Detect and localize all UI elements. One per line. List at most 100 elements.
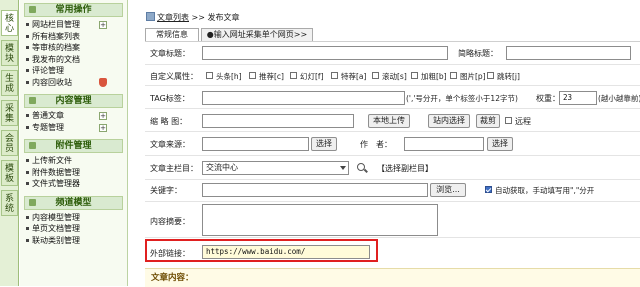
row-column: 文章主栏目： 交流中心 【选择副栏目】: [145, 156, 640, 180]
tab-generate[interactable]: 生成: [1, 70, 18, 96]
site-select-button[interactable]: 站内选择: [428, 114, 470, 128]
bullet-icon: [26, 182, 29, 185]
tab-core[interactable]: 核心: [1, 10, 18, 36]
article-form: 文章标题： 简略标题： 自定义属性： 头条[h] 推荐[c] 幻灯[f] 特荐[…: [145, 41, 640, 287]
auto-fetch-label: 自动获取，手动填写用","分开: [495, 186, 595, 195]
sidebar-item-upload[interactable]: 上传新文件: [20, 155, 127, 167]
column-select-value: 交流中心: [206, 163, 238, 172]
attr-special-label: 特荐[a]: [341, 72, 367, 81]
bullet-icon: [26, 170, 29, 174]
sidebar-group-channels[interactable]: 频道模型: [24, 195, 123, 210]
tab-system[interactable]: 系统: [1, 190, 18, 216]
short-title-label: 简略标题：: [458, 49, 498, 58]
author-input[interactable]: [404, 137, 484, 151]
browse-button[interactable]: 浏览...: [430, 183, 466, 197]
summary-textarea[interactable]: [202, 204, 438, 236]
attr-special-checkbox[interactable]: [331, 72, 338, 79]
sidebar-group-content[interactable]: 内容管理: [24, 94, 123, 108]
thumb-input[interactable]: [202, 114, 354, 128]
row-thumbnail: 缩 略 图： 本地上传 站内选择 裁剪 远程: [145, 109, 640, 132]
column-select[interactable]: 交流中心: [202, 161, 349, 175]
add-icon[interactable]: +: [99, 21, 107, 29]
attr-slide-label: 幻灯[f]: [300, 72, 324, 81]
sidebar-item-recycle[interactable]: 内容回收站: [20, 77, 127, 89]
sidebar-item-pending[interactable]: 等审核的档案: [20, 42, 127, 54]
sidebar-item-my-docs[interactable]: 我发布的文档: [20, 54, 127, 66]
bullet-icon: [26, 215, 29, 219]
sidebar-item-models[interactable]: 内容模型管理: [20, 212, 127, 224]
title-input[interactable]: [202, 46, 448, 60]
short-title-input[interactable]: [506, 46, 631, 60]
attr-recommend-label: 推荐[c]: [259, 72, 284, 81]
search-icon[interactable]: [357, 163, 365, 171]
bullet-icon: [26, 227, 29, 230]
bullet-icon: [26, 34, 29, 38]
weight-input[interactable]: 23: [559, 91, 597, 105]
tag-input[interactable]: [202, 91, 405, 105]
tab-modules[interactable]: 模块: [1, 40, 18, 66]
collapse-icon[interactable]: [29, 97, 36, 104]
keywords-input[interactable]: [202, 183, 428, 197]
sidebar-item-comments[interactable]: 评论管理: [20, 65, 127, 77]
attr-recommend-checkbox[interactable]: [249, 72, 256, 79]
sidebar-item-file-manager[interactable]: 文件式管理器: [20, 178, 127, 190]
attr-headline-label: 头条[h]: [216, 72, 242, 81]
source-select-button[interactable]: 选择: [311, 137, 337, 151]
weight-hint: (越小越靠前): [598, 94, 640, 103]
tag-label: TAG标签：: [150, 94, 190, 103]
sidebar-item-articles[interactable]: 普通文章 +: [20, 110, 127, 122]
summary-label: 内容摘要：: [150, 217, 190, 226]
sub-column-link[interactable]: 【选择副栏目】: [377, 163, 433, 174]
document-icon: [146, 12, 155, 21]
keywords-label: 关键字：: [150, 186, 182, 195]
attr-image-label: 图片[p]: [460, 72, 486, 81]
row-title: 文章标题： 简略标题：: [145, 42, 640, 65]
shield-icon[interactable]: [99, 77, 107, 87]
add-icon[interactable]: +: [99, 123, 107, 132]
sidebar-item-attach-data[interactable]: 附件数据管理: [20, 167, 127, 179]
weight-label: 权重：: [536, 94, 560, 103]
crop-button[interactable]: 裁剪: [476, 114, 500, 128]
local-upload-button[interactable]: 本地上传: [368, 114, 410, 128]
module-tab-bar: 核心 模块 生成 采集 会员 模板 系统: [0, 0, 19, 286]
sidebar-item-single-pages[interactable]: 单页文档管理: [20, 223, 127, 235]
chevron-down-icon: [340, 166, 346, 170]
sidebar-item-linkage[interactable]: 联动类别管理: [20, 235, 127, 247]
attr-image-checkbox[interactable]: [450, 72, 457, 79]
row-summary: 内容摘要：: [145, 202, 640, 238]
bullet-icon: [26, 57, 29, 61]
attr-headline-checkbox[interactable]: [206, 72, 213, 79]
row-source: 文章来源： 选择 作 者： 选择: [145, 132, 640, 156]
content-section-header: 文章内容：: [145, 268, 640, 287]
attr-jump-checkbox[interactable]: [487, 72, 494, 79]
attr-slide-checkbox[interactable]: [290, 72, 297, 79]
source-label: 文章来源：: [150, 140, 190, 149]
bullet-icon: [26, 69, 29, 72]
sidebar-item-columns[interactable]: 网站栏目管理 +: [20, 19, 127, 31]
tab-collect-url[interactable]: ●输入网址采集单个网页>>: [201, 28, 313, 42]
attr-bold-checkbox[interactable]: [411, 72, 418, 79]
tab-general-info[interactable]: 常规信息: [145, 28, 199, 42]
tab-templates[interactable]: 模板: [1, 160, 18, 186]
add-icon[interactable]: +: [99, 112, 107, 120]
group-title: 常用操作: [55, 5, 92, 15]
bullet-icon: [26, 80, 29, 84]
breadcrumb-separator: >>: [191, 13, 205, 22]
auto-fetch-checkbox[interactable]: [485, 186, 492, 193]
attr-scroll-checkbox[interactable]: [372, 72, 379, 79]
collapse-icon[interactable]: [29, 142, 36, 149]
bullet-icon: [26, 114, 29, 117]
source-input[interactable]: [202, 137, 309, 151]
collapse-icon[interactable]: [29, 198, 36, 206]
collapse-icon[interactable]: [29, 6, 36, 13]
sidebar-group-common[interactable]: 常用操作: [24, 3, 123, 17]
attr-label: 自定义属性：: [150, 72, 198, 81]
sidebar-group-attachments[interactable]: 附件管理: [24, 139, 123, 153]
breadcrumb-article-list[interactable]: 文章列表: [157, 13, 189, 22]
tab-collect[interactable]: 采集: [1, 100, 18, 126]
remote-checkbox[interactable]: [505, 117, 512, 124]
tab-members[interactable]: 会员: [1, 130, 18, 156]
sidebar-item-all-docs[interactable]: 所有档案列表: [20, 31, 127, 43]
sidebar-item-topics[interactable]: 专题管理 +: [20, 122, 127, 134]
author-select-button[interactable]: 选择: [487, 137, 513, 151]
